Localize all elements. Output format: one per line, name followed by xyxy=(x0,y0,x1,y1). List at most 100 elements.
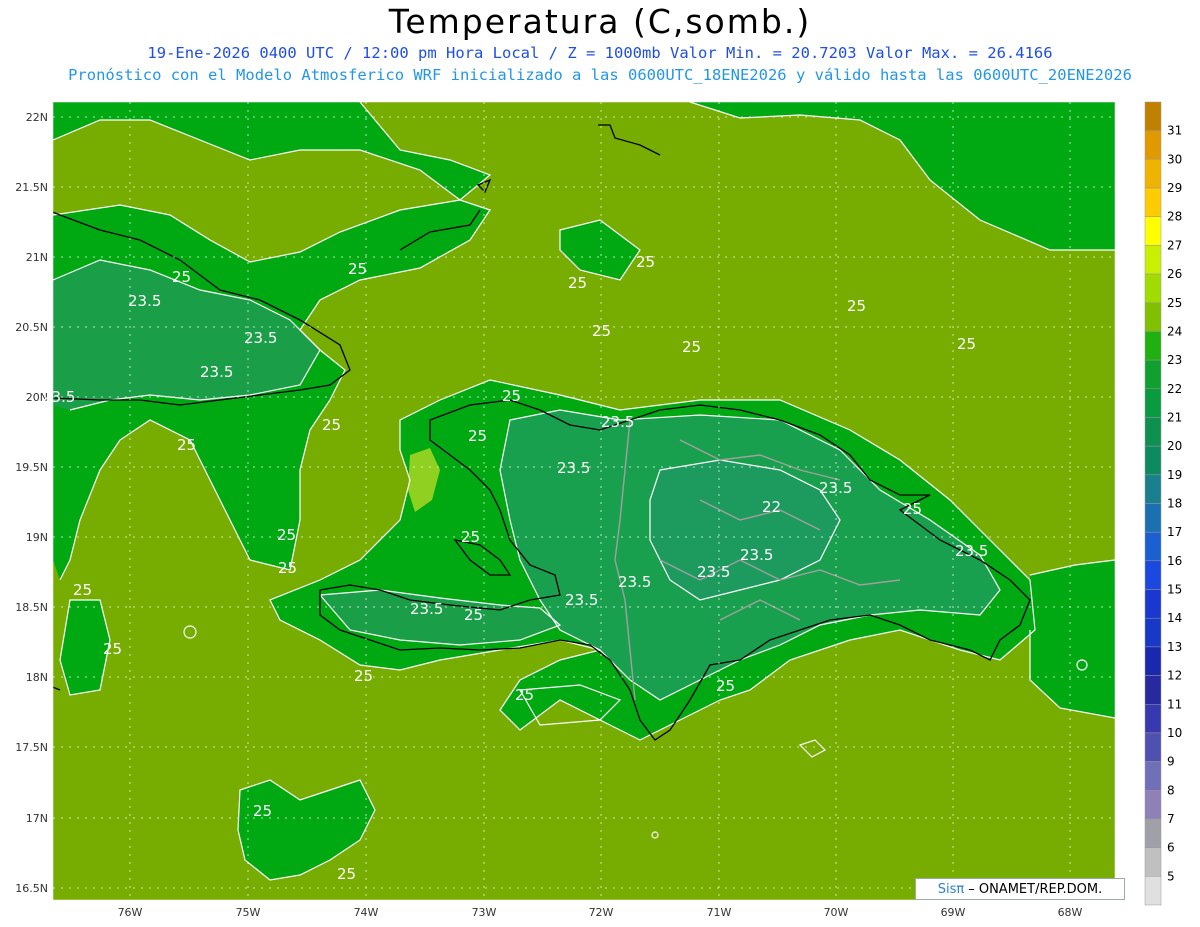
legend-label: 14 xyxy=(1167,611,1182,625)
legend-swatch xyxy=(1144,675,1162,705)
legend-swatch xyxy=(1144,704,1162,734)
legend-swatch xyxy=(1144,790,1162,820)
contour-label: 25 xyxy=(636,253,655,271)
legend-label: 22 xyxy=(1167,382,1182,396)
legend-label: 11 xyxy=(1167,697,1182,711)
lat-label: 18.5N xyxy=(15,601,48,614)
contour-label: 25 xyxy=(502,387,521,405)
credit-brand: Sisπ xyxy=(937,881,965,897)
legend-label: 6 xyxy=(1167,841,1175,855)
contour-label: 23.5 xyxy=(42,388,75,406)
lon-label: 75W xyxy=(236,906,261,919)
latitude-labels: 22N 21.5N 21N 20.5N 20N 19.5N 19N 18.5N … xyxy=(15,111,48,895)
contour-label: 25 xyxy=(515,686,534,704)
legend-swatch xyxy=(1144,646,1162,676)
lat-label: 21N xyxy=(26,251,48,264)
lon-label: 68W xyxy=(1058,906,1083,919)
legend-label: 8 xyxy=(1167,783,1175,797)
legend-label: 21 xyxy=(1167,410,1182,424)
legend-swatch xyxy=(1144,273,1162,304)
contour-label: 25 xyxy=(716,677,735,695)
contour-label: 23.5 xyxy=(740,546,773,564)
legend-swatch xyxy=(1144,101,1162,131)
legend-swatch xyxy=(1144,503,1162,533)
lon-label: 70W xyxy=(824,906,849,919)
legend-label: 27 xyxy=(1167,238,1182,252)
contour-label: 25 xyxy=(322,416,341,434)
lat-label: 19N xyxy=(26,531,48,544)
lon-label: 72W xyxy=(589,906,614,919)
legend-label: 29 xyxy=(1167,181,1182,195)
contour-label: 23.5 xyxy=(601,413,634,431)
lon-label: 73W xyxy=(472,906,497,919)
color-legend: 31 30 29 28 27 26 25 24 23 22 21 20 19 18 17 16 15 14 13 12… xyxy=(1144,101,1182,906)
lat-label: 21.5N xyxy=(15,181,48,194)
legend-swatch xyxy=(1144,474,1162,504)
contour-label: 25 xyxy=(957,335,976,353)
contour-label: 25 xyxy=(277,526,296,544)
legend-label: 12 xyxy=(1167,669,1182,683)
lon-label: 69W xyxy=(941,906,966,919)
contour-label: 23.5 xyxy=(697,563,730,581)
legend-swatch xyxy=(1144,761,1162,791)
lat-label: 22N xyxy=(26,111,48,124)
credit-box: Sisπ – ONAMET/REP.DOM. xyxy=(915,878,1125,900)
lat-label: 19.5N xyxy=(15,461,48,474)
legend-swatch xyxy=(1144,417,1162,447)
contour-label: 25 xyxy=(592,322,611,340)
legend-label: 17 xyxy=(1167,525,1182,539)
legend-label: 19 xyxy=(1167,468,1182,482)
contour-label: 25 xyxy=(682,338,701,356)
legend-swatch xyxy=(1144,589,1162,619)
contour-label: 23.5 xyxy=(557,459,590,477)
legend-label: 7 xyxy=(1167,812,1175,826)
lat-label: 18N xyxy=(26,671,48,684)
legend-label: 10 xyxy=(1167,726,1182,740)
contour-label: 23.5 xyxy=(618,573,651,591)
legend-label: 5 xyxy=(1167,869,1175,883)
contour-label: 23.5 xyxy=(955,542,988,560)
contour-label: 25 xyxy=(468,427,487,445)
legend-label: 18 xyxy=(1167,497,1182,511)
legend-swatch xyxy=(1144,331,1162,361)
contour-label: 25 xyxy=(172,268,191,286)
legend-swatch xyxy=(1144,187,1162,217)
contour-label: 25 xyxy=(461,528,480,546)
legend-label: 9 xyxy=(1167,755,1175,769)
legend-swatch xyxy=(1144,560,1162,590)
contour-label: 25 xyxy=(348,260,367,278)
lat-label: 16.5N xyxy=(15,882,48,895)
contour-label: 23.5 xyxy=(819,479,852,497)
legend-swatch xyxy=(1144,159,1162,189)
lat-label: 17N xyxy=(26,812,48,825)
legend-label: 13 xyxy=(1167,640,1182,654)
legend-label: 31 xyxy=(1167,124,1182,138)
contour-label: 23.5 xyxy=(244,329,277,347)
legend-swatch xyxy=(1144,876,1162,906)
contour-label: 25 xyxy=(177,436,196,454)
legend-label: 23 xyxy=(1167,353,1182,367)
legend-swatch xyxy=(1144,302,1162,332)
lon-label: 71W xyxy=(707,906,732,919)
contour-label: 25 xyxy=(337,865,356,883)
legend-swatch xyxy=(1144,245,1162,275)
contour-label: 23.5 xyxy=(565,591,598,609)
contour-label: 25 xyxy=(903,500,922,518)
contour-label: 25 xyxy=(103,640,122,658)
contour-label: 23.5 xyxy=(128,292,161,310)
lat-label: 20.5N xyxy=(15,321,48,334)
temperature-map: 22N 21.5N 21N 20.5N 20N 19.5N 19N 18.5N … xyxy=(15,101,1182,919)
legend-swatch xyxy=(1144,130,1162,160)
contour-label: 22 xyxy=(762,498,781,516)
legend-swatch xyxy=(1144,847,1162,877)
legend-swatch xyxy=(1144,531,1162,562)
contour-label: 25 xyxy=(464,606,483,624)
legend-swatch xyxy=(1144,359,1162,390)
contour-label: 25 xyxy=(73,581,92,599)
legend-swatch xyxy=(1144,617,1162,648)
contour-label: 25 xyxy=(847,297,866,315)
legend-swatch xyxy=(1144,388,1162,418)
legend-swatch xyxy=(1144,216,1162,246)
contour-label: 25 xyxy=(253,802,272,820)
legend-label: 15 xyxy=(1167,583,1182,597)
